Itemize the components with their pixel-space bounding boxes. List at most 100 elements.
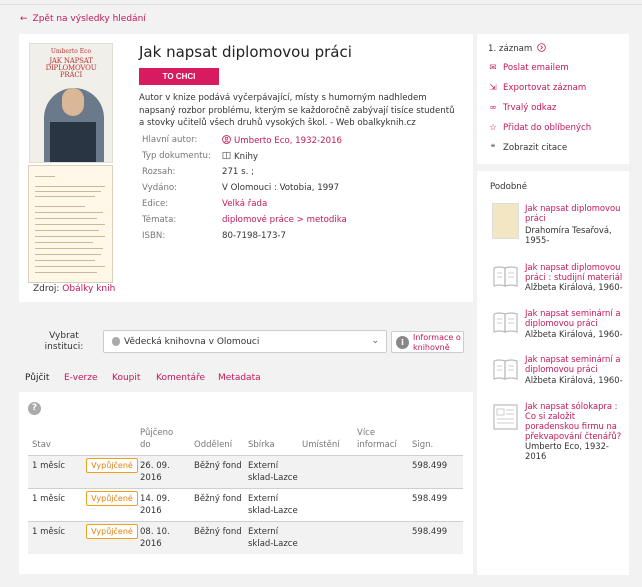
similar-title[interactable]: Jak napsat seminární a diplomovou práci — [525, 354, 623, 374]
book-placeholder-icon — [493, 266, 518, 287]
cell-dept: Běžný fond — [194, 527, 242, 537]
field-label-published: Vydáno: — [142, 183, 178, 193]
similar-author: Alžbeta Királová, 1960- — [525, 329, 623, 339]
field-label-isbn: ISBN: — [142, 231, 166, 241]
author-name: Umberto Eco, 1932-2016 — [234, 136, 343, 146]
field-value-author[interactable]: Umberto Eco, 1932-2016 — [222, 135, 342, 146]
info-icon: i — [396, 336, 409, 349]
status-badge: Vypůjčené — [86, 524, 138, 539]
doctype-value: Knihy — [234, 152, 259, 162]
similar-title[interactable]: Jak napsat seminární a diplomovou práci — [525, 308, 623, 328]
book-cover-image[interactable]: Umberto Eco JAK NAPSAT DIPLOMOVOU PRÁCI — [29, 43, 113, 163]
cover-title-text: JAK NAPSAT DIPLOMOVOU PRÁCI — [45, 57, 97, 79]
col-header-loc: Umístění — [302, 440, 340, 450]
cell-due: 14. 09. 2016 — [140, 494, 170, 516]
cell-stav: 1 měsíc — [32, 461, 66, 471]
tab-koupit[interactable]: Koupit — [112, 373, 140, 383]
tab-metadata[interactable]: Metadata — [218, 373, 261, 383]
field-value-isbn: 80-7198-173-7 — [222, 231, 286, 241]
table-row-separator — [28, 488, 463, 489]
chevron-right-circle-icon — [537, 43, 546, 52]
field-label-series: Edice: — [142, 199, 169, 209]
quote-icon: ❝ — [490, 143, 496, 153]
back-to-results-link[interactable]: ← Zpět na výsledky hledání — [20, 14, 146, 24]
show-citations-action[interactable]: ❝ Zobrazit citace — [488, 143, 567, 153]
cell-due: 08. 10. 2016 — [140, 527, 170, 549]
cell-stav: 1 měsíc — [32, 494, 66, 504]
institution-select[interactable]: Vědecká knihovna v Olomouci ⌄ — [103, 330, 387, 353]
similar-author: Alžbeta Királová, 1960- — [525, 282, 623, 292]
cover-suit — [50, 122, 96, 162]
similar-title[interactable]: Jak napsat sólokapra : Co si založit por… — [525, 401, 623, 441]
similar-author: Umberto Eco, 1932-2016 — [525, 441, 609, 461]
send-email-label: Poslat emailem — [503, 63, 569, 73]
star-icon: ☆ — [489, 123, 497, 133]
record-title: Jak napsat diplomovou práci — [139, 43, 352, 61]
library-info-label: Informace o knihovně — [413, 333, 461, 352]
field-value-topics[interactable]: diplomové práce > metodika — [222, 215, 347, 225]
col-header-sign: Sign. — [412, 440, 434, 450]
cell-sign: 598.499 — [412, 494, 448, 504]
similar-cover-image[interactable] — [492, 203, 519, 239]
tab-e-verze[interactable]: E-verze — [64, 373, 98, 383]
export-record-action[interactable]: ⇲ Exportovat záznam — [488, 83, 586, 93]
back-link-label: Zpět na výsledky hledání — [32, 14, 146, 24]
tab-pujcit[interactable]: Půjčit — [25, 373, 49, 383]
book-placeholder-icon — [493, 359, 518, 380]
permalink-action[interactable]: ∞ Trvalý odkaz — [488, 103, 556, 113]
help-icon[interactable]: ? — [28, 402, 41, 415]
similar-title[interactable]: Jak napsat diplomovou práci — [525, 203, 623, 223]
col-header-dept: Oddělení — [194, 440, 233, 450]
top-divider — [0, 4, 642, 5]
map-pin-icon — [112, 337, 120, 346]
field-value-doctype: Knihy — [222, 151, 258, 162]
cell-coll: Externí sklad-Lazce — [248, 527, 298, 549]
permalink-label: Trvalý odkaz — [503, 103, 557, 113]
envelope-icon: ✉ — [489, 63, 497, 73]
book-toc-image[interactable] — [28, 165, 113, 283]
source-link[interactable]: Obálky knih — [62, 284, 115, 294]
field-label-extent: Rozsah: — [142, 167, 176, 177]
person-icon — [222, 135, 231, 144]
document-icon — [493, 404, 518, 430]
chevron-down-icon: ⌄ — [371, 336, 379, 346]
tab-komentare[interactable]: Komentáře — [156, 373, 205, 383]
cell-coll: Externí sklad-Lazce — [248, 494, 298, 516]
cell-coll: Externí sklad-Lazce — [248, 461, 298, 483]
cell-sign: 598.499 — [412, 461, 448, 471]
export-icon: ⇲ — [489, 83, 497, 93]
record-nav[interactable]: 1. záznam — [488, 43, 546, 54]
book-placeholder-icon — [493, 312, 518, 333]
want-button[interactable]: TO CHCI — [139, 68, 219, 85]
show-citations-label: Zobrazit citace — [503, 143, 568, 153]
add-favorites-action[interactable]: ☆ Přidat do oblíbených — [488, 123, 591, 133]
export-record-label: Exportovat záznam — [503, 83, 587, 93]
cell-dept: Běžný fond — [194, 494, 242, 504]
col-header-coll: Sbírka — [248, 440, 275, 450]
field-value-published: V Olomouci : Votobia, 1997 — [222, 183, 340, 193]
book-icon — [222, 151, 231, 160]
field-label-doctype: Typ dokumentu: — [142, 151, 211, 161]
col-header-due: Půjčeno do — [140, 428, 174, 450]
record-nav-label: 1. záznam — [488, 44, 533, 54]
link-icon: ∞ — [489, 103, 497, 113]
status-badge: Vypůjčené — [86, 458, 138, 473]
status-badge: Vypůjčené — [86, 491, 138, 506]
record-description: Autor v knize podává vyčerpávající, míst… — [139, 93, 455, 128]
similar-author: Alžbeta Királová, 1960- — [525, 375, 623, 385]
similar-title[interactable]: Jak napsat diplomovou práci : studijní m… — [525, 262, 623, 282]
source-label: Zdroj: — [33, 284, 60, 294]
cell-stav: 1 měsíc — [32, 527, 66, 537]
arrow-left-icon: ← — [20, 14, 28, 24]
institution-selected: Vědecká knihovna v Olomouci — [124, 337, 260, 347]
field-value-series[interactable]: Velká řada — [222, 199, 267, 209]
cover-face — [62, 88, 84, 116]
cell-due: 26. 09. 2016 — [140, 461, 170, 483]
field-label-author: Hlavní autor: — [142, 135, 198, 145]
library-info-button[interactable]: i Informace o knihovně — [391, 331, 464, 353]
institution-label: Vybrat instituci: — [44, 331, 84, 352]
cover-author-text: Umberto Eco — [50, 48, 92, 55]
field-value-extent: 271 s. ; — [222, 167, 254, 177]
similar-heading: Podobné — [490, 182, 528, 192]
send-email-action[interactable]: ✉ Poslat emailem — [488, 63, 569, 73]
